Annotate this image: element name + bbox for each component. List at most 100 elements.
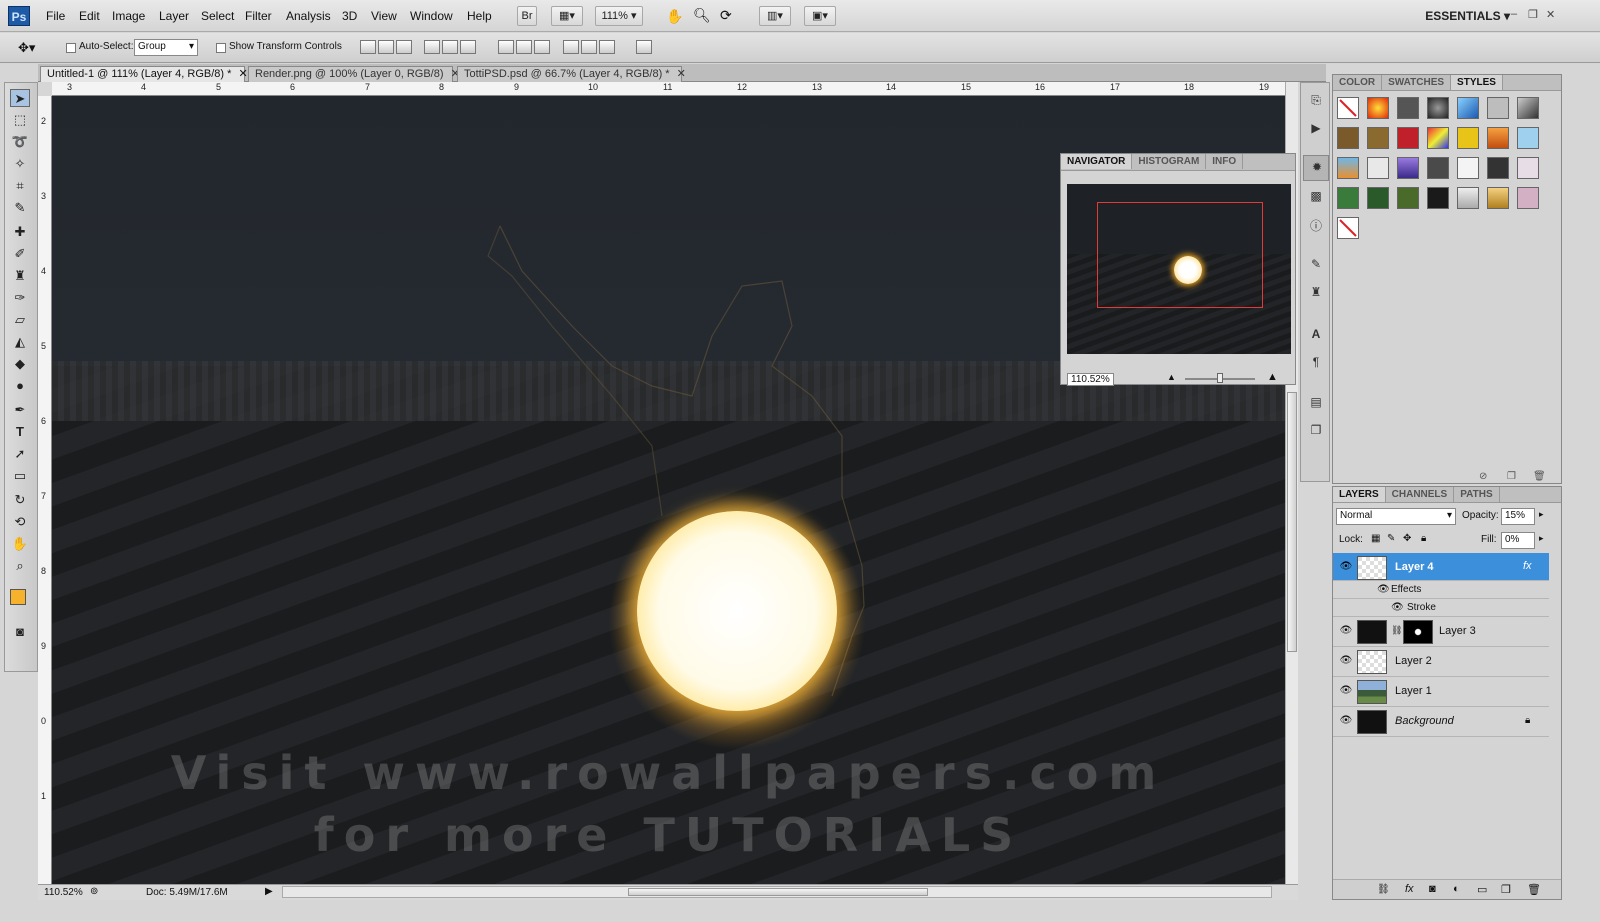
link-layers-icon[interactable]: ⛓︎ [1377,884,1390,895]
align-top-icon[interactable] [360,40,376,54]
style-swatch[interactable] [1367,97,1389,119]
zoom-out-icon[interactable]: ▲ [1167,372,1176,382]
clone-stamp-icon[interactable]: ♜ [10,267,30,285]
3d-rotate-icon[interactable]: ↻ [10,491,30,509]
status-menu-arrow-icon[interactable]: ▶ [265,886,273,897]
menu-help[interactable]: Help [467,9,492,23]
quick-mask-icon[interactable]: ◙ [10,623,30,641]
style-swatch[interactable] [1487,97,1509,119]
status-zoom[interactable]: 110.52% [44,887,83,898]
view-extras-button[interactable]: ▦▾ [551,6,583,26]
menu-layer[interactable]: Layer [159,9,189,23]
style-swatch[interactable] [1397,97,1419,119]
marquee-tool-icon[interactable]: ⬚ [10,111,30,129]
menu-view[interactable]: View [371,9,397,23]
visibility-eye-icon[interactable]: 👁︎ [1339,655,1353,667]
navigator-view-box[interactable] [1097,202,1263,308]
distribute-vcenter-icon[interactable] [516,40,532,54]
distribute-left-icon[interactable] [563,40,579,54]
notes-icon[interactable]: ❐ [1307,423,1325,439]
hand-tool-icon[interactable]: ✋ [666,8,683,25]
move-tool-preset-icon[interactable]: ✥▾ [18,40,35,56]
masks-icon[interactable]: ▩ [1307,189,1325,205]
zoom-icon[interactable]: ⌕ [10,557,30,575]
style-swatch[interactable] [1337,157,1359,179]
menu-select[interactable]: Select [201,9,234,23]
stroke-eye-icon[interactable]: 👁︎ [1391,602,1404,613]
style-swatch[interactable] [1457,97,1479,119]
align-right-icon[interactable] [460,40,476,54]
new-layer-icon[interactable]: ❐ [1501,883,1511,896]
tab-info[interactable]: INFO [1206,154,1244,169]
align-bottom-icon[interactable] [396,40,412,54]
blend-mode-dropdown[interactable]: Normal ▾ [1336,508,1456,525]
tab-paths[interactable]: PATHS [1454,487,1500,502]
eraser-icon[interactable]: ▱ [10,311,30,329]
arrange-documents-button[interactable]: ▥▾ [759,6,791,26]
style-swatch[interactable] [1397,127,1419,149]
hand-icon[interactable]: ✋ [10,535,30,553]
new-group-icon[interactable]: ▭ [1477,883,1487,896]
type-tool-icon[interactable]: T [10,423,30,441]
rotate-view-icon[interactable]: ⟳ [720,7,732,24]
screen-mode-button[interactable]: ▣▾ [804,6,836,26]
layer-mask-thumbnail[interactable] [1403,620,1433,644]
layer-row-layer-4[interactable]: 👁︎ Layer 4 fx [1333,553,1549,581]
menu-window[interactable]: Window [410,9,453,23]
path-selection-icon[interactable]: ➚ [10,445,30,463]
layer-row-background[interactable]: 👁︎ Background 🔒︎ [1333,707,1549,737]
history-icon[interactable]: ⎘ [1307,93,1325,109]
layer-comps-icon[interactable]: ▤ [1307,395,1325,411]
close-tab-icon[interactable]: ✕ [238,68,247,80]
distribute-right-icon[interactable] [599,40,615,54]
visibility-eye-icon[interactable]: 👁︎ [1339,685,1353,697]
distribute-top-icon[interactable] [498,40,514,54]
auto-select-checkbox[interactable] [66,43,76,56]
restore-icon[interactable]: ❐ [1528,8,1538,21]
align-vcenter-icon[interactable] [378,40,394,54]
stroke-effect-row[interactable]: 👁︎ Stroke [1333,599,1549,617]
vertical-scroll-thumb[interactable] [1287,392,1297,652]
style-swatch[interactable] [1487,187,1509,209]
zoom-level-dropdown[interactable]: 111% ▾ [595,6,643,26]
style-swatch[interactable] [1367,157,1389,179]
menu-image[interactable]: Image [112,9,145,23]
character-icon[interactable]: A [1307,327,1325,343]
auto-align-icon[interactable] [636,40,652,54]
info-icon[interactable]: ⓘ [1307,217,1325,233]
tab-navigator[interactable]: NAVIGATOR [1061,154,1133,169]
auto-select-dropdown[interactable]: Group ▾ [134,39,198,56]
layer-row-layer-3[interactable]: 👁︎ ⛓︎ Layer 3 [1333,617,1549,647]
style-swatch[interactable] [1367,127,1389,149]
adjustments-button[interactable]: ✹ [1303,155,1329,181]
close-tab-icon[interactable]: ✕ [677,68,686,80]
lock-pixels-icon[interactable]: ✎ [1387,533,1395,544]
actions-icon[interactable]: ▶ [1307,121,1325,137]
paragraph-icon[interactable]: ¶ [1307,355,1325,371]
lock-position-icon[interactable]: ✥ [1403,533,1411,544]
opacity-slider-arrow-icon[interactable]: ▸ [1539,509,1544,520]
dodge-tool-icon[interactable]: ● [10,377,30,395]
menu-analysis[interactable]: Analysis [286,9,331,23]
status-info-icon[interactable]: ⊚ [90,886,98,897]
show-transform-checkbox[interactable] [216,43,226,56]
clone-source-icon[interactable]: ♜ [1307,285,1325,301]
shape-tool-icon[interactable]: ▭ [10,467,30,485]
style-swatch[interactable] [1457,187,1479,209]
style-swatch[interactable] [1517,97,1539,119]
lock-transparency-icon[interactable]: ▦ [1371,533,1380,544]
tab-histogram[interactable]: HISTOGRAM [1132,154,1207,169]
style-swatch[interactable] [1517,127,1539,149]
delete-style-icon[interactable]: 🗑︎ [1533,471,1546,482]
bridge-button[interactable]: Br [517,6,537,26]
magic-wand-icon[interactable]: ✧ [10,155,30,173]
history-brush-icon[interactable]: ✑ [10,289,30,307]
tab-render-png[interactable]: Render.png @ 100% (Layer 0, RGB/8) ✕ [248,66,460,82]
delete-layer-icon[interactable]: 🗑︎ [1527,883,1541,896]
style-swatch[interactable] [1337,187,1359,209]
layer-row-layer-1[interactable]: 👁︎ Layer 1 [1333,677,1549,707]
style-swatch[interactable] [1457,157,1479,179]
brush-tool-icon[interactable]: ✐ [10,245,30,263]
brushes-icon[interactable]: ✎ [1307,257,1325,273]
fx-icon[interactable]: fx [1523,560,1532,572]
